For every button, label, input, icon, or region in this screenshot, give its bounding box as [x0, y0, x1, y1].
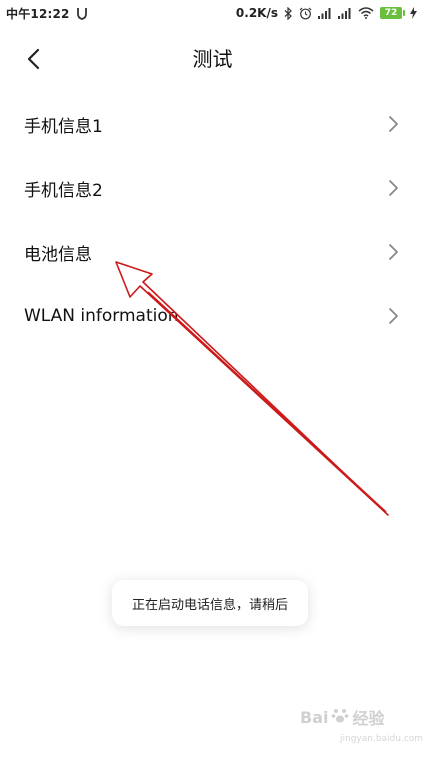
list-item-label: 电池信息 [24, 244, 92, 265]
battery-level: 72 [384, 8, 398, 18]
wifi-icon [358, 7, 374, 19]
chevron-right-icon [389, 116, 398, 132]
list-item-battery-info[interactable]: 电池信息 [0, 220, 425, 284]
list-item-label: 手机信息1 [24, 116, 103, 137]
status-time: 中午12:22 [6, 6, 70, 21]
list-item-wlan-info[interactable]: WLAN information [0, 284, 425, 348]
app-header: 测试 [0, 26, 425, 92]
watermark-suffix: 经验 [352, 709, 385, 728]
signal-icon [338, 7, 352, 19]
list-item-label: WLAN information [24, 306, 179, 326]
watermark: Bai 经验 [300, 705, 385, 729]
list-item-label: 手机信息2 [24, 180, 103, 201]
page-title: 测试 [192, 47, 233, 71]
list-item-phone-info-1[interactable]: 手机信息1 [0, 92, 425, 156]
watermark-url: jingyan.baidu.com [340, 734, 424, 744]
bluetooth-icon [284, 6, 293, 20]
settings-list: 手机信息1 手机信息2 电池信息 WLAN information [0, 92, 425, 348]
signal-icon [318, 7, 332, 19]
status-right: 0.2K/s 72 [236, 6, 417, 20]
battery-icon: 72 [380, 7, 405, 19]
alarm-icon [299, 7, 312, 20]
chevron-right-icon [389, 244, 398, 260]
watermark-brand: Bai [300, 707, 329, 727]
chevron-right-icon [389, 308, 398, 324]
network-speed: 0.2K/s [235, 6, 278, 20]
shield-icon [76, 7, 88, 20]
list-item-phone-info-2[interactable]: 手机信息2 [0, 156, 425, 220]
status-bar: 中午12:22 0.2K/s 72 [0, 0, 425, 26]
status-left: 中午12:22 [6, 5, 88, 22]
paw-icon [331, 706, 349, 728]
chevron-right-icon [389, 180, 398, 196]
charging-icon [410, 7, 417, 19]
toast-message: 正在启动电话信息，请稍后 [112, 580, 308, 626]
